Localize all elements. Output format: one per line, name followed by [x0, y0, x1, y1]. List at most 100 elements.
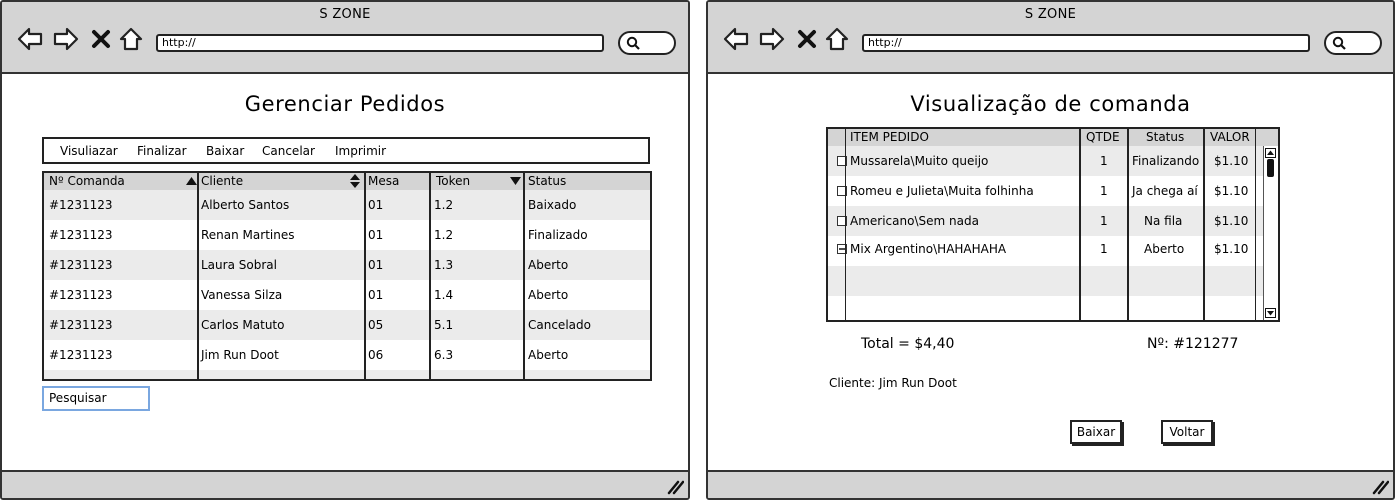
cell-cliente: Vanessa Silza	[201, 288, 283, 302]
table-row[interactable]: Mix Argentino\HAHAHAHA 1 Aberto $1.10	[828, 236, 1278, 266]
cell-status: Cancelado	[528, 318, 591, 332]
browser-chrome: S ZONE http://	[2, 2, 688, 74]
column-divider	[1079, 129, 1081, 320]
column-header-mesa[interactable]: Mesa	[368, 174, 399, 188]
table-row[interactable]: #1231123 Jim Run Doot 06 6.3 Aberto	[44, 340, 650, 370]
column-divider	[364, 173, 366, 379]
orders-table: Nº Comanda Cliente Mesa Token Status #12…	[42, 171, 652, 381]
cell-valor: $1.10	[1214, 214, 1249, 228]
cell-item: Mussarela\Muito queijo	[850, 154, 989, 168]
column-header-qtde[interactable]: QTDE	[1086, 130, 1120, 144]
cell-comanda: #1231123	[49, 198, 113, 212]
column-header-status[interactable]: Status	[1146, 130, 1184, 144]
baixar-button[interactable]: Baixar	[1070, 420, 1122, 444]
cell-status: Aberto	[1144, 242, 1185, 256]
column-divider	[1203, 129, 1205, 320]
order-items-table: ITEM PEDIDO QTDE Status VALOR Mussarela\…	[826, 127, 1280, 322]
table-row[interactable]: #1231123 Renan Martines 01 1.2 Finalizad…	[44, 220, 650, 250]
resize-grip-icon[interactable]	[1371, 477, 1389, 495]
cell-item: Americano\Sem nada	[850, 214, 979, 228]
menu-cancelar[interactable]: Cancelar	[262, 144, 315, 158]
cell-comanda: #1231123	[49, 228, 113, 242]
cell-cliente: Renan Martines	[201, 228, 295, 242]
table-row[interactable]: Mussarela\Muito queijo 1 Finalizando $1.…	[828, 146, 1278, 176]
cell-valor: $1.10	[1214, 154, 1249, 168]
back-arrow-icon[interactable]	[722, 26, 750, 52]
column-header-token[interactable]: Token	[436, 174, 470, 188]
voltar-button[interactable]: Voltar	[1161, 420, 1213, 444]
scrollbar[interactable]	[1263, 146, 1278, 320]
table-row[interactable]: #1231123 Carlos Matuto 05 5.1 Cancelado	[44, 310, 650, 340]
cell-cliente: Jim Run Doot	[201, 348, 279, 362]
column-header-status[interactable]: Status	[528, 174, 566, 188]
home-icon[interactable]	[118, 26, 144, 52]
column-header-valor[interactable]: VALOR	[1210, 130, 1250, 144]
cell-mesa: 05	[368, 318, 384, 332]
column-header-comanda[interactable]: Nº Comanda	[49, 174, 125, 188]
column-divider	[197, 173, 199, 379]
cell-item: Romeu e Julieta\Muita folhinha	[850, 184, 1034, 198]
close-icon[interactable]	[796, 26, 818, 52]
back-arrow-icon[interactable]	[16, 26, 44, 52]
window-title: S ZONE	[1024, 7, 1077, 22]
scroll-up-icon[interactable]	[1265, 148, 1276, 158]
status-bar	[708, 470, 1393, 498]
scrollbar-thumb[interactable]	[1267, 159, 1274, 177]
menu-finalizar[interactable]: Finalizar	[137, 144, 187, 158]
status-bar	[2, 470, 688, 498]
browser-search-button[interactable]	[1324, 31, 1382, 55]
column-header-cliente[interactable]: Cliente	[201, 174, 243, 188]
cell-cliente: Laura Sobral	[201, 258, 277, 272]
order-total: Total = $4,40	[861, 336, 955, 352]
cell-token: 1.2	[434, 228, 454, 242]
sort-both-icon[interactable]	[350, 174, 360, 188]
page-title: Gerenciar Pedidos	[244, 92, 446, 116]
browser-window-gerenciar-pedidos: S ZONE http:// Gerenciar Pedidos Visulia…	[0, 0, 690, 500]
table-row[interactable]: #1231123 Vanessa Silza 01 1.4 Aberto	[44, 280, 650, 310]
forward-arrow-icon[interactable]	[758, 26, 786, 52]
cell-status: Finalizado	[528, 228, 588, 242]
page-title: Visualização de comanda	[910, 92, 1191, 116]
column-divider	[429, 173, 431, 379]
cell-qtde: 1	[1100, 242, 1108, 256]
forward-arrow-icon[interactable]	[52, 26, 80, 52]
column-divider	[845, 129, 846, 320]
column-divider	[1255, 129, 1256, 320]
menu-imprimir[interactable]: Imprimir	[335, 144, 386, 158]
table-row[interactable]: Romeu e Julieta\Muita folhinha 1 Ja cheg…	[828, 176, 1278, 206]
table-header: ITEM PEDIDO QTDE Status VALOR	[828, 129, 1278, 146]
cell-comanda: #1231123	[49, 288, 113, 302]
column-header-item[interactable]: ITEM PEDIDO	[850, 130, 929, 144]
close-icon[interactable]	[90, 26, 112, 52]
home-icon[interactable]	[824, 26, 850, 52]
table-row-partial	[44, 370, 650, 379]
column-divider	[1127, 129, 1129, 320]
cell-cliente: Alberto Santos	[201, 198, 290, 212]
cell-item: Mix Argentino\HAHAHAHA	[850, 242, 1007, 256]
table-row[interactable]: Americano\Sem nada 1 Na fila $1.10	[828, 206, 1278, 236]
address-bar[interactable]: http://	[862, 34, 1310, 52]
cell-status: Baixado	[528, 198, 577, 212]
table-row[interactable]: #1231123 Laura Sobral 01 1.3 Aberto	[44, 250, 650, 280]
cell-valor: $1.10	[1214, 184, 1249, 198]
menu-baixar[interactable]: Baixar	[206, 144, 244, 158]
window-title: S ZONE	[319, 7, 371, 22]
table-row-empty	[828, 266, 1278, 296]
cell-token: 5.1	[434, 318, 454, 332]
cell-status: Aberto	[528, 258, 569, 272]
cell-token: 1.2	[434, 198, 454, 212]
browser-search-button[interactable]	[618, 31, 676, 55]
table-header: Nº Comanda Cliente Mesa Token Status	[44, 173, 650, 190]
search-input[interactable]: Pesquisar	[42, 386, 150, 411]
sort-down-icon[interactable]	[510, 176, 521, 186]
sort-up-icon[interactable]	[186, 176, 197, 186]
table-row[interactable]: #1231123 Alberto Santos 01 1.2 Baixado	[44, 190, 650, 220]
address-bar[interactable]: http://	[156, 34, 604, 52]
cell-mesa: 01	[368, 258, 384, 272]
cell-token: 1.4	[434, 288, 454, 302]
scroll-down-icon[interactable]	[1265, 308, 1276, 318]
cell-token: 1.3	[434, 258, 454, 272]
menu-visualizar[interactable]: Visuliazar	[60, 144, 118, 158]
cell-status: Na fila	[1144, 214, 1183, 228]
resize-grip-icon[interactable]	[666, 477, 684, 495]
